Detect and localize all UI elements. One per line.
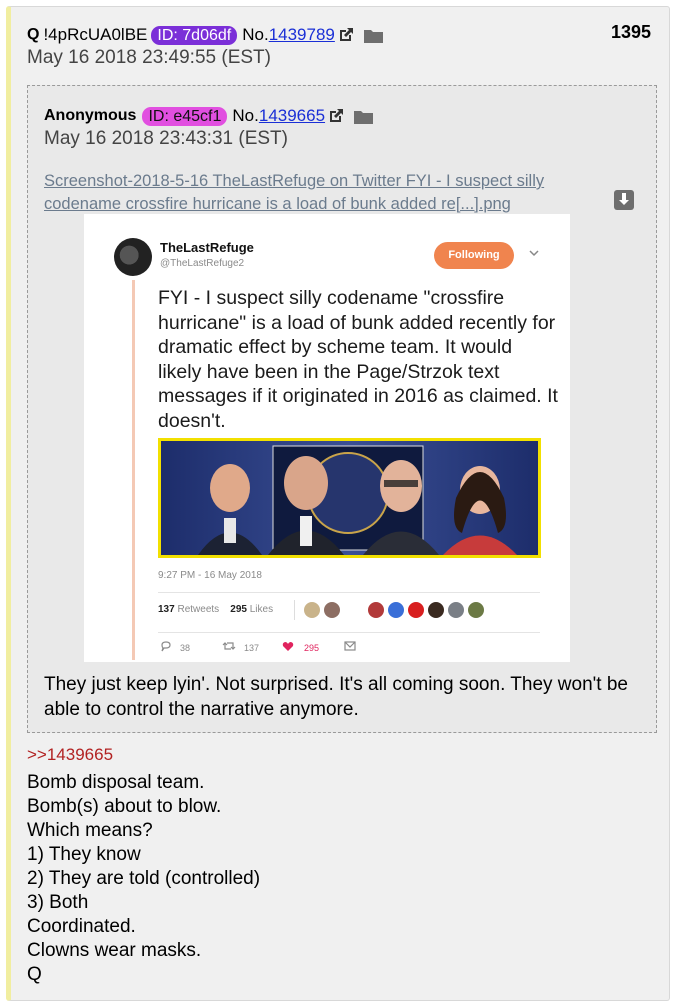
tweet-stats: 137 Retweets 295 Likes xyxy=(158,604,273,615)
quoted-number-prefix: No. xyxy=(232,106,259,125)
tweet-handle: @TheLastRefuge2 xyxy=(160,258,245,269)
quoted-date: May 16 2018 23:43:31 (EST) xyxy=(44,128,288,149)
quoted-post-text: They just keep lyin'. Not surprised. It'… xyxy=(44,674,628,720)
quoted-number-link[interactable]: 1439665 xyxy=(259,106,325,125)
body-line: Coordinated. xyxy=(27,916,136,937)
quoted-header: Anonymous ID: e45cf1 No. 1439665 xyxy=(44,106,374,126)
body-line: Clowns wear masks. xyxy=(27,940,202,961)
retweets-label: Retweets xyxy=(177,604,220,615)
tweet-photo xyxy=(158,438,541,558)
reply-icon xyxy=(161,641,171,652)
attachment-filename-link[interactable]: Screenshot-2018-5-16 TheLastRefuge on Tw… xyxy=(44,170,604,216)
body-line: Bomb disposal team. xyxy=(27,772,205,793)
divider xyxy=(158,632,540,633)
body-line: Which means? xyxy=(27,820,153,841)
retweet-count: 137 xyxy=(158,604,175,615)
like-action-count: 295 xyxy=(304,643,320,653)
post-count: 1395 xyxy=(610,22,651,42)
poster-name: Q xyxy=(27,26,40,43)
body-line: 3) Both xyxy=(27,892,89,913)
heart-icon xyxy=(282,642,294,651)
download-icon[interactable] xyxy=(614,190,634,210)
chevron-down-icon xyxy=(529,250,539,257)
avatar xyxy=(114,238,152,276)
body-line: 1) They know xyxy=(27,844,141,865)
retweet-action-count: 137 xyxy=(244,643,260,653)
following-button: Following xyxy=(434,242,514,269)
retweet-icon xyxy=(222,642,236,650)
folder-icon[interactable] xyxy=(363,28,383,43)
reply-count: 38 xyxy=(180,643,191,653)
post-body: Bomb disposal team. Bomb(s) about to blo… xyxy=(27,771,260,987)
thread-line xyxy=(132,280,135,660)
external-link-icon[interactable] xyxy=(328,108,344,124)
quoted-post: Anonymous ID: e45cf1 No. 1439665 May 16 … xyxy=(27,85,657,733)
tweet-timestamp: 9:27 PM - 16 May 2018 xyxy=(158,570,262,581)
external-link-icon[interactable] xyxy=(338,27,354,43)
quoted-id-badge[interactable]: ID: e45cf1 xyxy=(142,106,228,126)
likes-label: Likes xyxy=(249,604,274,615)
tweet-screenshot[interactable]: TheLastRefuge @TheLastRefuge2 Following … xyxy=(84,214,570,662)
post-date: May 16 2018 23:49:55 (EST) xyxy=(27,47,271,68)
body-line: 2) They are told (controlled) xyxy=(27,868,261,889)
tweet-actions: 38 137 295 xyxy=(158,640,378,658)
post-header: Q !4pRcUA0lBE ID: 7d06df No. 1439789 xyxy=(27,25,383,45)
reply-link[interactable]: >>1439665 xyxy=(27,745,113,765)
mail-icon xyxy=(344,641,356,651)
tweet-author: TheLastRefuge xyxy=(160,240,254,255)
liker-avatars xyxy=(294,600,484,620)
body-line: Bomb(s) about to blow. xyxy=(27,796,222,817)
post-number-link[interactable]: 1439789 xyxy=(269,25,335,44)
tripcode: !4pRcUA0lBE xyxy=(43,25,148,44)
folder-icon[interactable] xyxy=(354,109,374,124)
divider xyxy=(158,592,540,593)
post-card: Q !4pRcUA0lBE ID: 7d06df No. 1439789 139… xyxy=(6,6,670,1001)
poster-id-badge[interactable]: ID: 7d06df xyxy=(151,25,238,45)
like-count: 295 xyxy=(230,604,247,615)
quoted-poster-name: Anonymous xyxy=(44,107,137,124)
post-number-prefix: No. xyxy=(242,25,269,44)
body-line: Q xyxy=(27,964,42,985)
tweet-text: FYI - I suspect silly codename "crossfir… xyxy=(158,287,558,432)
